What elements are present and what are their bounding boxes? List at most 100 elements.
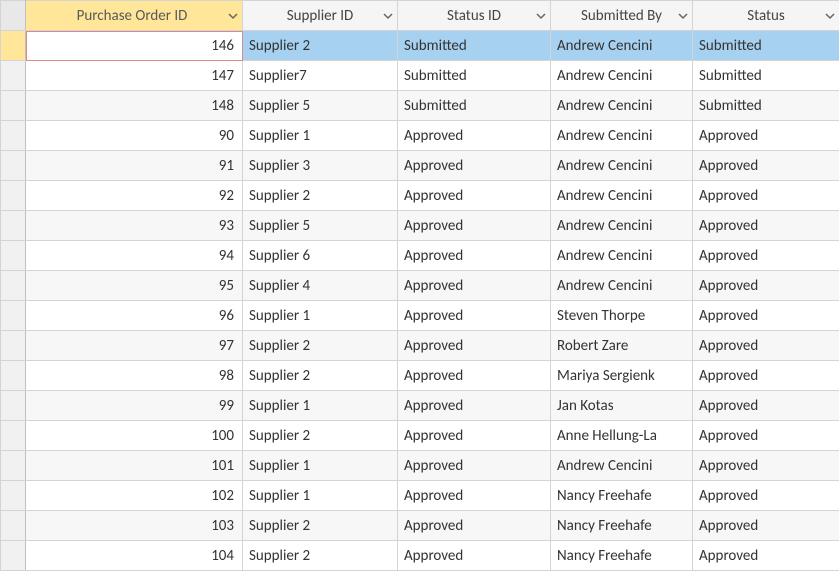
cell-supplier-id[interactable]: Supplier 2 — [243, 31, 398, 61]
cell-purchase-order-id[interactable]: 100 — [26, 421, 243, 451]
cell-supplier-id[interactable]: Supplier 2 — [243, 361, 398, 391]
cell-submitted-by[interactable]: Andrew Cencini — [551, 271, 693, 301]
cell-status-id[interactable]: Approved — [398, 481, 551, 511]
cell-submitted-by[interactable]: Andrew Cencini — [551, 211, 693, 241]
cell-status[interactable]: Approved — [693, 271, 839, 301]
row-selector[interactable] — [1, 481, 26, 511]
cell-purchase-order-id[interactable]: 93 — [26, 211, 243, 241]
cell-status-id[interactable]: Submitted — [398, 31, 551, 61]
chevron-down-icon[interactable] — [383, 11, 393, 21]
row-selector[interactable] — [1, 151, 26, 181]
cell-submitted-by[interactable]: Nancy Freehafe — [551, 511, 693, 541]
cell-status[interactable]: Submitted — [693, 31, 839, 61]
cell-supplier-id[interactable]: Supplier 3 — [243, 151, 398, 181]
column-header-status[interactable]: Status — [693, 1, 839, 31]
table-row[interactable]: 146Supplier 2SubmittedAndrew CenciniSubm… — [1, 31, 839, 61]
cell-status[interactable]: Approved — [693, 211, 839, 241]
cell-purchase-order-id[interactable]: 98 — [26, 361, 243, 391]
cell-status-id[interactable]: Approved — [398, 271, 551, 301]
row-selector[interactable] — [1, 61, 26, 91]
cell-submitted-by[interactable]: Andrew Cencini — [551, 91, 693, 121]
row-selector[interactable] — [1, 421, 26, 451]
row-selector[interactable] — [1, 211, 26, 241]
cell-submitted-by[interactable]: Nancy Freehafe — [551, 541, 693, 571]
cell-status[interactable]: Approved — [693, 121, 839, 151]
cell-status[interactable]: Approved — [693, 541, 839, 571]
cell-supplier-id[interactable]: Supplier 2 — [243, 541, 398, 571]
cell-status-id[interactable]: Approved — [398, 331, 551, 361]
cell-supplier-id[interactable]: Supplier 2 — [243, 331, 398, 361]
table-row[interactable]: 103Supplier 2ApprovedNancy FreehafeAppro… — [1, 511, 839, 541]
table-row[interactable]: 147Supplier7SubmittedAndrew CenciniSubmi… — [1, 61, 839, 91]
cell-supplier-id[interactable]: Supplier 4 — [243, 271, 398, 301]
cell-purchase-order-id[interactable]: 104 — [26, 541, 243, 571]
cell-submitted-by[interactable]: Robert Zare — [551, 331, 693, 361]
cell-submitted-by[interactable]: Andrew Cencini — [551, 61, 693, 91]
row-selector[interactable] — [1, 331, 26, 361]
cell-supplier-id[interactable]: Supplier 2 — [243, 511, 398, 541]
cell-status[interactable]: Approved — [693, 421, 839, 451]
cell-purchase-order-id[interactable]: 95 — [26, 271, 243, 301]
table-row[interactable]: 96Supplier 1ApprovedSteven ThorpeApprove… — [1, 301, 839, 331]
row-selector[interactable] — [1, 541, 26, 571]
cell-purchase-order-id[interactable]: 97 — [26, 331, 243, 361]
cell-supplier-id[interactable]: Supplier 1 — [243, 451, 398, 481]
cell-purchase-order-id[interactable]: 101 — [26, 451, 243, 481]
column-header-status-id[interactable]: Status ID — [398, 1, 551, 31]
cell-submitted-by[interactable]: Andrew Cencini — [551, 31, 693, 61]
table-row[interactable]: 101Supplier 1ApprovedAndrew CenciniAppro… — [1, 451, 839, 481]
column-header-submitted-by[interactable]: Submitted By — [551, 1, 693, 31]
cell-status-id[interactable]: Approved — [398, 541, 551, 571]
cell-status[interactable]: Submitted — [693, 61, 839, 91]
cell-status-id[interactable]: Approved — [398, 361, 551, 391]
table-row[interactable]: 93Supplier 5ApprovedAndrew CenciniApprov… — [1, 211, 839, 241]
cell-submitted-by[interactable]: Andrew Cencini — [551, 241, 693, 271]
cell-submitted-by[interactable]: Andrew Cencini — [551, 121, 693, 151]
cell-status-id[interactable]: Submitted — [398, 61, 551, 91]
cell-submitted-by[interactable]: Jan Kotas — [551, 391, 693, 421]
table-row[interactable]: 98Supplier 2ApprovedMariya SergienkAppro… — [1, 361, 839, 391]
row-selector[interactable] — [1, 391, 26, 421]
cell-purchase-order-id[interactable]: 148 — [26, 91, 243, 121]
cell-purchase-order-id[interactable]: 92 — [26, 181, 243, 211]
cell-purchase-order-id[interactable]: 102 — [26, 481, 243, 511]
cell-status[interactable]: Approved — [693, 151, 839, 181]
cell-status-id[interactable]: Approved — [398, 421, 551, 451]
table-row[interactable]: 95Supplier 4ApprovedAndrew CenciniApprov… — [1, 271, 839, 301]
cell-status[interactable]: Approved — [693, 451, 839, 481]
select-all-corner[interactable] — [1, 1, 26, 31]
cell-purchase-order-id[interactable]: 146 — [26, 31, 243, 61]
cell-status-id[interactable]: Approved — [398, 241, 551, 271]
cell-submitted-by[interactable]: Mariya Sergienk — [551, 361, 693, 391]
row-selector[interactable] — [1, 301, 26, 331]
cell-status[interactable]: Approved — [693, 361, 839, 391]
cell-status-id[interactable]: Approved — [398, 181, 551, 211]
table-row[interactable]: 99Supplier 1ApprovedJan KotasApproved — [1, 391, 839, 421]
cell-purchase-order-id[interactable]: 94 — [26, 241, 243, 271]
table-row[interactable]: 92Supplier 2ApprovedAndrew CenciniApprov… — [1, 181, 839, 211]
cell-status-id[interactable]: Approved — [398, 151, 551, 181]
cell-status[interactable]: Approved — [693, 511, 839, 541]
cell-status[interactable]: Approved — [693, 391, 839, 421]
cell-status[interactable]: Submitted — [693, 91, 839, 121]
cell-submitted-by[interactable]: Andrew Cencini — [551, 451, 693, 481]
cell-status[interactable]: Approved — [693, 241, 839, 271]
chevron-down-icon[interactable] — [678, 11, 688, 21]
cell-purchase-order-id[interactable]: 147 — [26, 61, 243, 91]
cell-status-id[interactable]: Submitted — [398, 91, 551, 121]
cell-submitted-by[interactable]: Steven Thorpe — [551, 301, 693, 331]
table-row[interactable]: 94Supplier 6ApprovedAndrew CenciniApprov… — [1, 241, 839, 271]
table-row[interactable]: 104Supplier 2ApprovedNancy FreehafeAppro… — [1, 541, 839, 571]
cell-purchase-order-id[interactable]: 96 — [26, 301, 243, 331]
table-row[interactable]: 91Supplier 3ApprovedAndrew CenciniApprov… — [1, 151, 839, 181]
row-selector[interactable] — [1, 241, 26, 271]
column-header-purchase-order-id[interactable]: Purchase Order ID — [26, 1, 243, 31]
cell-submitted-by[interactable]: Anne Hellung-La — [551, 421, 693, 451]
cell-submitted-by[interactable]: Nancy Freehafe — [551, 481, 693, 511]
row-selector[interactable] — [1, 361, 26, 391]
cell-supplier-id[interactable]: Supplier 1 — [243, 121, 398, 151]
cell-purchase-order-id[interactable]: 99 — [26, 391, 243, 421]
cell-submitted-by[interactable]: Andrew Cencini — [551, 181, 693, 211]
table-row[interactable]: 102Supplier 1ApprovedNancy FreehafeAppro… — [1, 481, 839, 511]
cell-status[interactable]: Approved — [693, 301, 839, 331]
